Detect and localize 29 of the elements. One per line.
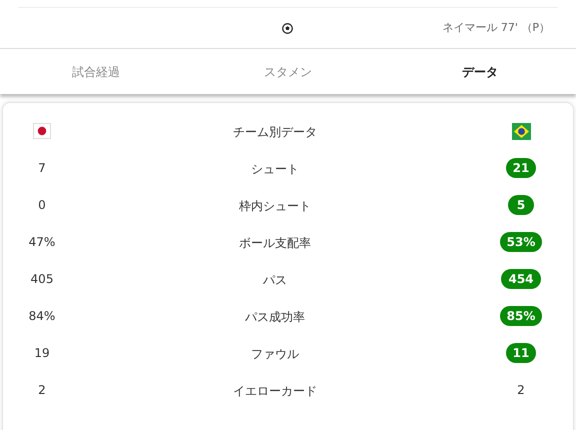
tab[interactable]: 試合経過: [0, 49, 192, 94]
tab[interactable]: データ: [384, 49, 576, 94]
stat-value: 85%: [500, 306, 542, 326]
stat-label: ボール支配率: [239, 236, 311, 250]
japan-flag-icon: [33, 123, 51, 139]
stat-label: ファウル: [251, 346, 299, 360]
stat-value: 84%: [28, 308, 56, 324]
stat-value: 21: [506, 158, 536, 178]
stat-value: 5: [508, 194, 534, 214]
tab[interactable]: スタメン: [192, 49, 384, 94]
stat-label: イエローカード: [233, 384, 317, 398]
brazil-flag-icon: [512, 122, 530, 140]
stat-value: 2: [38, 382, 46, 398]
stat-value: 11: [506, 342, 536, 362]
stat-value: 7: [38, 160, 46, 176]
stats-title: チーム別データ: [233, 125, 317, 139]
stat-value: 454: [501, 268, 541, 288]
goal-scorer: ネイマール 77' （P）: [442, 20, 550, 36]
stat-label: パス成功率: [245, 310, 305, 324]
stat-value: 53%: [500, 232, 542, 252]
stat-value: 19: [34, 344, 50, 362]
stat-value: 405: [30, 270, 54, 288]
stat-label: シュート: [251, 162, 299, 176]
soccer-ball-icon: [282, 22, 293, 34]
stat-value: 47%: [28, 234, 56, 250]
stat-label: パス: [263, 272, 287, 286]
stat-label: 枠内シュート: [239, 198, 311, 212]
stat-value: 0: [38, 196, 46, 214]
stat-value: 2: [517, 382, 525, 398]
